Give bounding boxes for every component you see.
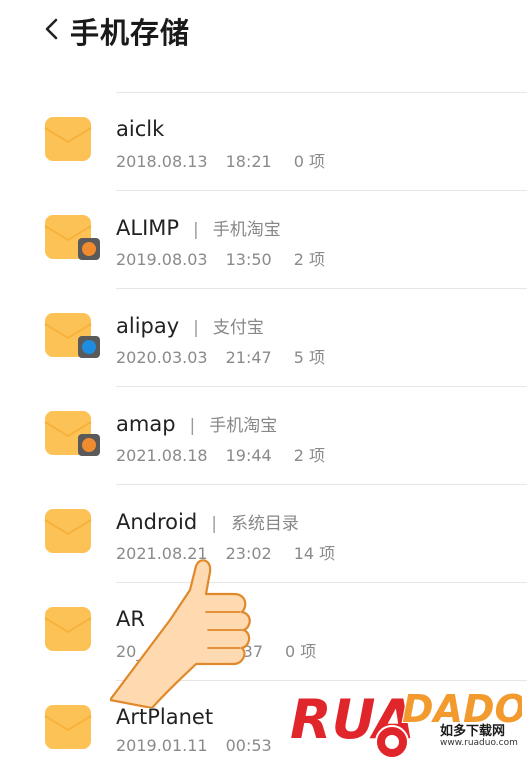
file-time: 21:47 bbox=[225, 348, 272, 367]
folder-icon bbox=[44, 508, 92, 554]
row-divider bbox=[116, 190, 527, 191]
row-divider bbox=[116, 288, 527, 289]
file-name: Android bbox=[116, 510, 198, 534]
file-date: 2021.08.18 bbox=[116, 446, 208, 465]
file-name: ArtPlanet bbox=[116, 705, 214, 729]
file-name: amap bbox=[116, 412, 176, 436]
folder-icon bbox=[44, 116, 92, 162]
file-time: 19:44 bbox=[225, 446, 272, 465]
watermark-url: www.ruaduo.com bbox=[440, 738, 518, 748]
file-source-app: 手机淘宝 bbox=[212, 220, 281, 240]
file-name-line: ArtPlanet bbox=[116, 705, 213, 729]
file-item-count: 2 项 bbox=[293, 446, 325, 465]
separator: | bbox=[193, 318, 199, 338]
file-meta: 2020.03.03 21:47 5 项 bbox=[116, 344, 325, 368]
watermark-logo: RUA DADO 如多下载网 www.ruaduo.com bbox=[289, 676, 527, 770]
folder-icon bbox=[44, 704, 92, 750]
back-button[interactable] bbox=[38, 14, 68, 44]
file-item-count: 2 项 bbox=[293, 250, 325, 269]
separator: | bbox=[189, 416, 196, 436]
file-row[interactable]: ALIMP | 手机淘宝 2019.08.03 13:50 2 项 bbox=[0, 190, 527, 288]
thumbs-up-icon bbox=[110, 559, 251, 708]
file-date: 2020.03.03 bbox=[116, 348, 208, 367]
taobao-app-icon bbox=[78, 434, 100, 456]
file-date: 2018.08.13 bbox=[116, 152, 208, 171]
file-name-line: aiclk bbox=[116, 117, 164, 141]
file-time: 18:21 bbox=[225, 152, 272, 171]
folder-icon bbox=[44, 606, 92, 652]
file-item-count: 0 项 bbox=[293, 152, 325, 171]
file-item-count: 14 项 bbox=[293, 544, 336, 563]
header: 手机存储 bbox=[0, 0, 527, 60]
file-source-app: 系统目录 bbox=[230, 514, 299, 534]
row-divider bbox=[116, 92, 527, 93]
file-name-line: amap | 手机淘宝 bbox=[116, 411, 277, 436]
watermark-sub: 如多下载网 bbox=[440, 724, 506, 739]
file-row[interactable]: amap | 手机淘宝 2021.08.18 19:44 2 项 bbox=[0, 386, 527, 484]
file-name: aiclk bbox=[116, 117, 165, 141]
file-name: alipay bbox=[116, 314, 180, 338]
file-item-count: 0 项 bbox=[285, 642, 317, 661]
file-row[interactable]: alipay | 支付宝 2020.03.03 21:47 5 项 bbox=[0, 288, 527, 386]
separator: | bbox=[193, 220, 199, 240]
file-row[interactable]: Android | 系统目录 2021.08.21 23:02 14 项 bbox=[0, 484, 527, 582]
file-meta: 2018.08.13 18:21 0 项 bbox=[116, 148, 325, 172]
file-time: 00:53 bbox=[225, 736, 272, 755]
file-name: ALIMP bbox=[116, 216, 180, 240]
file-date: 2019.08.03 bbox=[116, 250, 208, 269]
page-title: 手机存储 bbox=[70, 16, 191, 50]
file-time: 13:50 bbox=[225, 250, 272, 269]
file-meta: 2019.01.11 00:53 bbox=[116, 736, 272, 755]
file-name-line: alipay | 支付宝 bbox=[116, 313, 264, 338]
file-row[interactable]: aiclk 2018.08.13 18:21 0 项 bbox=[0, 92, 527, 190]
file-item-count: 5 项 bbox=[293, 348, 325, 367]
file-meta: 2019.08.03 13:50 2 项 bbox=[116, 246, 325, 270]
taobao-app-icon bbox=[78, 238, 100, 260]
file-name-line: Android | 系统目录 bbox=[116, 509, 299, 534]
row-divider bbox=[116, 484, 527, 485]
file-date: 2019.01.11 bbox=[116, 736, 208, 755]
file-meta: 2021.08.18 19:44 2 项 bbox=[116, 442, 325, 466]
file-source-app: 手机淘宝 bbox=[209, 416, 278, 436]
file-name-line: ALIMP | 手机淘宝 bbox=[116, 215, 281, 240]
separator: | bbox=[211, 514, 217, 534]
alipay-app-icon bbox=[78, 336, 100, 358]
chevron-left-icon bbox=[45, 18, 58, 40]
file-row[interactable]: AR20__.__.0717:370 项 bbox=[0, 582, 527, 680]
row-divider bbox=[116, 386, 527, 387]
file-source-app: 支付宝 bbox=[212, 318, 264, 338]
